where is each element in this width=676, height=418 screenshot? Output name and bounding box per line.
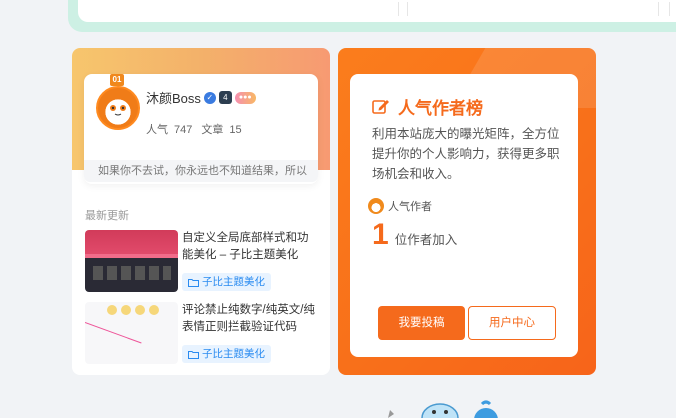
popular-authors-card: 人气作者榜 利用本站庞大的曝光矩阵，全方位提升你的个人影响力，获得更多职场机会和… bbox=[338, 48, 596, 375]
submit-post-button[interactable]: 我要投稿 bbox=[378, 306, 465, 340]
list-item[interactable]: 评论禁止纯数字/纯英文/纯表情正则拦截验证代码 子比主题美化 bbox=[85, 302, 319, 364]
profile-motto: 如果你不去试，你永远也不知道结果，所以 bbox=[84, 160, 318, 182]
rank-crown-icon: 01 bbox=[110, 74, 124, 86]
author-avatar[interactable] bbox=[368, 198, 384, 214]
panel-heading: 人气作者榜 bbox=[372, 94, 483, 119]
author-profile-card: 01 沐颜Boss ✓ 4 ●●● 人气 747 文章 15 如果你不去试，你永远也… bbox=[72, 48, 330, 375]
list-item[interactable]: 自定义全局底部样式和功能美化 – 子比主题美化 子比主题美化 bbox=[85, 230, 319, 292]
author-label: 人气作者 bbox=[388, 201, 432, 213]
verified-check-icon: ✓ bbox=[203, 91, 216, 104]
avatar-face-icon bbox=[110, 105, 126, 116]
panel-heading-text: 人气作者榜 bbox=[398, 99, 483, 118]
level-badge: 4 bbox=[218, 91, 232, 104]
category-tag[interactable]: 子比主题美化 bbox=[182, 345, 271, 363]
folder-icon bbox=[188, 278, 199, 287]
avatar[interactable] bbox=[96, 86, 140, 130]
top-card-body bbox=[78, 0, 676, 22]
edit-icon bbox=[372, 99, 389, 114]
author-row: 人气作者 bbox=[368, 198, 432, 214]
profile-stats: 人气 747 文章 15 bbox=[146, 121, 248, 137]
articles-value: 15 bbox=[229, 124, 242, 136]
post-thumbnail[interactable] bbox=[85, 302, 178, 364]
category-tag[interactable]: 子比主题美化 bbox=[182, 273, 271, 291]
popular-authors-panel: 人气作者榜 利用本站庞大的曝光矩阵，全方位提升你的个人影响力，获得更多职场机会和… bbox=[350, 74, 578, 357]
popularity-value: 747 bbox=[174, 124, 193, 136]
recent-updates-title: 最新更新 bbox=[85, 210, 129, 222]
divider bbox=[658, 2, 670, 16]
vip-badge-icon: ●●● bbox=[234, 91, 256, 104]
author-count-label: 位作者加入 bbox=[394, 233, 458, 247]
articles-label: 文章 bbox=[201, 124, 224, 136]
folder-icon bbox=[188, 350, 199, 359]
panel-description: 利用本站庞大的曝光矩阵，全方位提升你的个人影响力，获得更多职场机会和收入。 bbox=[372, 127, 560, 181]
post-thumbnail[interactable] bbox=[85, 230, 178, 292]
author-count: 1 位作者加入 bbox=[372, 218, 457, 252]
author-count-number: 1 bbox=[372, 218, 389, 251]
mascot-decoration-icon bbox=[388, 400, 498, 418]
popularity-label: 人气 bbox=[146, 124, 168, 136]
divider bbox=[398, 2, 408, 16]
username[interactable]: 沐颜Boss bbox=[146, 88, 201, 107]
post-title[interactable]: 自定义全局底部样式和功能美化 – 子比主题美化 bbox=[182, 230, 319, 264]
user-center-button[interactable]: 用户中心 bbox=[468, 306, 556, 340]
top-card-partial bbox=[68, 0, 676, 32]
username-row: 沐颜Boss ✓ 4 ●●● bbox=[146, 88, 256, 107]
post-title[interactable]: 评论禁止纯数字/纯英文/纯表情正则拦截验证代码 bbox=[182, 302, 319, 336]
category-tag-label: 子比主题美化 bbox=[202, 276, 265, 288]
category-tag-label: 子比主题美化 bbox=[202, 348, 265, 360]
